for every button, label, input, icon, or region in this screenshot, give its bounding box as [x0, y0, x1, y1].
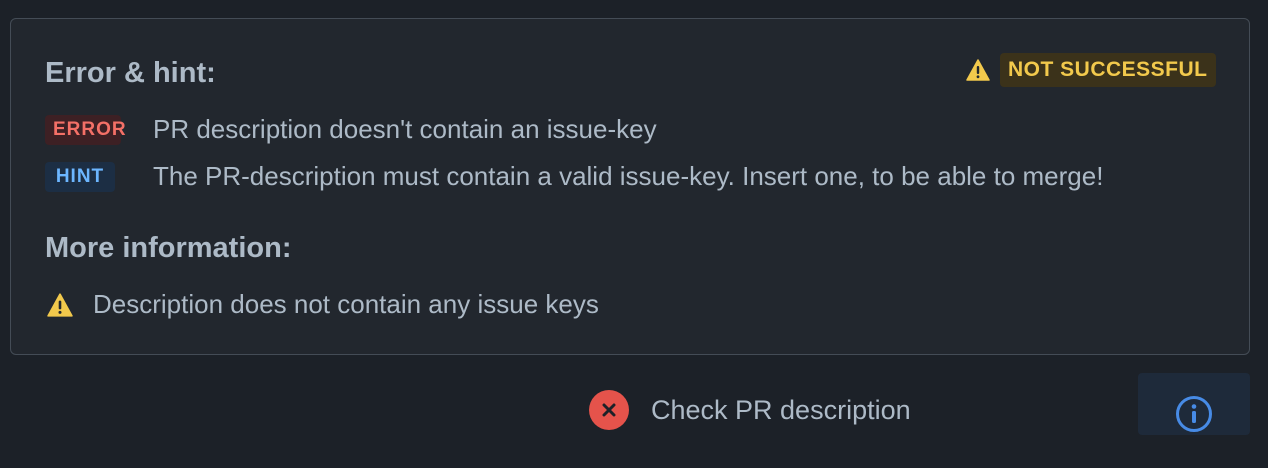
- check-details-card: Error & hint: NOT SUCCESSFUL ERROR PR de…: [10, 18, 1250, 355]
- info-button[interactable]: [1138, 373, 1250, 435]
- error-hint-heading: Error & hint:: [45, 57, 216, 89]
- hint-message: The PR-description must contain a valid …: [153, 161, 1104, 191]
- warning-icon: [47, 292, 73, 317]
- warning-icon: [966, 59, 990, 81]
- error-message: PR description doesn't contain an issue-…: [153, 114, 657, 144]
- x-circle-icon: [589, 390, 629, 430]
- more-info-heading: More information:: [45, 232, 292, 264]
- info-icon: [1176, 396, 1212, 432]
- hint-row: HINT The PR-description must contain a v…: [45, 161, 1103, 192]
- check-label: Check PR description: [651, 394, 911, 425]
- error-row: ERROR PR description doesn't contain an …: [45, 114, 657, 145]
- check-run-item[interactable]: Check PR description: [589, 390, 911, 430]
- more-info-item: Description does not contain any issue k…: [47, 289, 599, 320]
- error-tag: ERROR: [45, 114, 126, 145]
- hint-tag: HINT: [45, 161, 115, 192]
- status-badge: NOT SUCCESSFUL: [966, 53, 1226, 87]
- more-info-text: Description does not contain any issue k…: [93, 289, 599, 319]
- status-label: NOT SUCCESSFUL: [1000, 53, 1216, 87]
